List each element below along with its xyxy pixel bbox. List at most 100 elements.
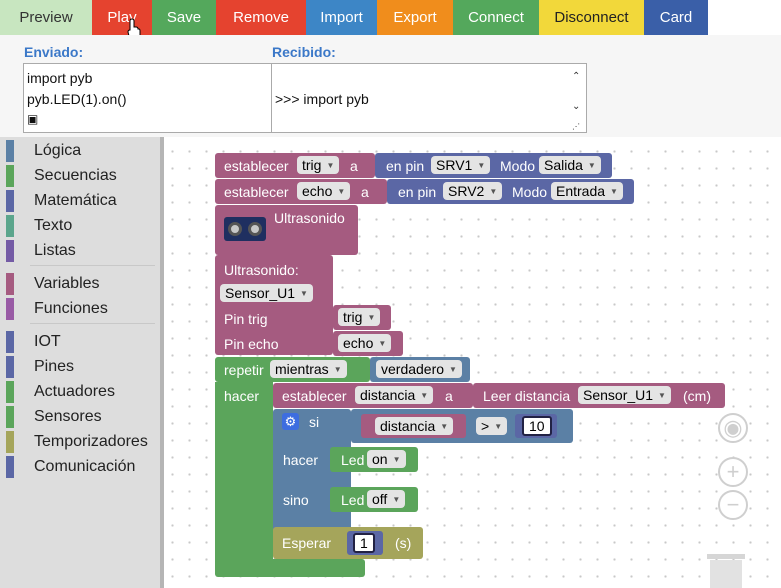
category-color-bar bbox=[6, 381, 14, 403]
sensor-dropdown[interactable]: Sensor_U1 ▼ bbox=[578, 386, 671, 404]
category-comunicacion[interactable]: Comunicación bbox=[6, 456, 156, 478]
dropdown-arrow-icon: ▼ bbox=[367, 313, 376, 322]
echo-variable-block[interactable]: echo ▼ bbox=[333, 331, 403, 356]
serial-console: Enviado: Recibido: import pyb pyb.LED(1)… bbox=[0, 35, 781, 137]
block-title: Ultrasonido bbox=[274, 210, 345, 226]
category-funciones[interactable]: Funciones bbox=[6, 298, 156, 320]
category-color-bar bbox=[6, 190, 14, 212]
block-label: (cm) bbox=[683, 388, 711, 404]
led-off-block[interactable]: Led off ▼ bbox=[330, 487, 418, 512]
number-block[interactable]: 1 bbox=[347, 531, 383, 555]
export-button[interactable]: Export bbox=[377, 0, 453, 35]
category-label: IOT bbox=[34, 333, 61, 350]
while-loop-header[interactable]: repetir mientras ▼ bbox=[215, 357, 370, 382]
variable-dropdown[interactable]: trig ▼ bbox=[297, 156, 340, 174]
trash-icon[interactable] bbox=[705, 550, 747, 588]
category-texto[interactable]: Texto bbox=[6, 215, 156, 237]
variable-dropdown[interactable]: distancia ▼ bbox=[375, 417, 454, 435]
trig-variable-block[interactable]: trig ▼ bbox=[333, 305, 391, 330]
scroll-down-icon[interactable]: ⌄ bbox=[572, 96, 580, 117]
category-color-bar bbox=[6, 215, 14, 237]
category-color-bar bbox=[6, 140, 14, 162]
led-state-dropdown[interactable]: off ▼ bbox=[367, 490, 406, 508]
blockly-workspace[interactable]: establecer trig ▼ a en pin SRV1 ▼ Modo Sal… bbox=[160, 137, 781, 588]
ultrasonic-config-block[interactable]: Ultrasonido: Sensor_U1 ▼ Pin trig Pin ech… bbox=[215, 255, 333, 355]
set-echo-block[interactable]: establecer echo ▼ a bbox=[215, 179, 387, 204]
zoom-in-icon[interactable]: + bbox=[718, 457, 748, 487]
pin-mode-block[interactable]: en pin SRV1 ▼ Modo Salida ▼ bbox=[375, 153, 612, 178]
block-label: a bbox=[361, 184, 369, 200]
received-line: >>> import pyb bbox=[275, 91, 369, 107]
category-color-bar bbox=[6, 356, 14, 378]
category-sensores[interactable]: Sensores bbox=[6, 406, 156, 428]
block-label: Esperar bbox=[282, 535, 332, 551]
category-temporizadores[interactable]: Temporizadores bbox=[6, 431, 156, 453]
preview-button[interactable]: Preview bbox=[0, 0, 92, 35]
while-loop-footer[interactable] bbox=[215, 559, 365, 577]
pin-dropdown[interactable]: SRV2 ▼ bbox=[443, 182, 503, 200]
category-listas[interactable]: Listas bbox=[6, 240, 156, 262]
compare-block[interactable]: distancia ▼ > ▼ 10 bbox=[351, 409, 573, 443]
variable-dropdown[interactable]: echo ▼ bbox=[338, 334, 392, 352]
while-loop-body[interactable]: hacer bbox=[215, 382, 273, 574]
loop-mode-dropdown[interactable]: mientras ▼ bbox=[270, 360, 347, 378]
remove-button[interactable]: Remove bbox=[216, 0, 306, 35]
category-label: Variables bbox=[34, 275, 100, 292]
led-state-dropdown[interactable]: on ▼ bbox=[367, 450, 406, 468]
variable-dropdown[interactable]: trig ▼ bbox=[338, 308, 381, 326]
category-color-bar bbox=[6, 431, 14, 453]
variable-dropdown[interactable]: distancia ▼ bbox=[355, 386, 434, 404]
wait-block[interactable]: Esperar 1 (s) bbox=[273, 527, 423, 559]
mode-dropdown[interactable]: Salida ▼ bbox=[539, 156, 601, 174]
read-distance-block[interactable]: Leer distancia Sensor_U1 ▼ (cm) bbox=[473, 383, 725, 408]
block-label: establecer bbox=[224, 184, 289, 200]
sent-textarea[interactable]: import pyb pyb.LED(1).on() ▣ bbox=[23, 63, 272, 133]
field-value: distancia bbox=[360, 387, 416, 403]
field-value: trig bbox=[343, 309, 363, 325]
mode-dropdown[interactable]: Entrada ▼ bbox=[551, 182, 623, 200]
block-label: establecer bbox=[224, 158, 289, 174]
pin-dropdown[interactable]: SRV1 ▼ bbox=[431, 156, 491, 174]
gear-icon[interactable]: ⚙ bbox=[282, 413, 299, 430]
received-scrollbar[interactable]: ⌃ ⌄ ⋰ bbox=[572, 66, 584, 132]
category-label: Lógica bbox=[34, 142, 82, 159]
block-label: sino bbox=[283, 492, 309, 508]
block-label: hacer bbox=[283, 452, 319, 468]
save-button[interactable]: Save bbox=[152, 0, 216, 35]
boolean-dropdown[interactable]: verdadero ▼ bbox=[376, 360, 462, 378]
field-value: Entrada bbox=[556, 183, 606, 199]
sensor-name-dropdown[interactable]: Sensor_U1 ▼ bbox=[220, 284, 313, 302]
distancia-variable-block[interactable]: distancia ▼ bbox=[361, 414, 466, 438]
received-textarea[interactable]: >>> import pyb ⌃ ⌄ ⋰ bbox=[271, 63, 587, 133]
recenter-icon[interactable]: ◉ bbox=[718, 413, 748, 443]
category-actuadores[interactable]: Actuadores bbox=[6, 381, 156, 403]
scroll-up-icon[interactable]: ⌃ bbox=[572, 66, 580, 87]
disconnect-button[interactable]: Disconnect bbox=[539, 0, 644, 35]
category-variables[interactable]: Variables bbox=[6, 273, 156, 295]
category-secuencias[interactable]: Secuencias bbox=[6, 165, 156, 187]
category-iot[interactable]: IOT bbox=[6, 331, 156, 353]
pin-mode-block[interactable]: en pin SRV2 ▼ Modo Entrada ▼ bbox=[387, 179, 634, 204]
category-label: Matemática bbox=[34, 192, 117, 209]
set-distancia-block[interactable]: establecer distancia ▼ a bbox=[273, 383, 473, 408]
category-pines[interactable]: Pines bbox=[6, 356, 156, 378]
play-button[interactable]: Play bbox=[92, 0, 152, 35]
card-button[interactable]: Card bbox=[644, 0, 708, 35]
dropdown-arrow-icon: ▼ bbox=[378, 339, 387, 348]
led-on-block[interactable]: Led on ▼ bbox=[330, 447, 418, 472]
field-value: off bbox=[372, 491, 388, 507]
import-button[interactable]: Import bbox=[306, 0, 377, 35]
resize-grip-icon[interactable]: ⋰ bbox=[572, 116, 580, 132]
category-logica[interactable]: Lógica bbox=[6, 140, 156, 162]
true-boolean-block[interactable]: verdadero ▼ bbox=[370, 357, 470, 382]
number-block[interactable]: 10 bbox=[515, 414, 557, 438]
ultrasonic-block[interactable]: Ultrasonido bbox=[215, 205, 358, 255]
set-trig-block[interactable]: establecer trig ▼ a bbox=[215, 153, 375, 178]
number-input[interactable]: 10 bbox=[522, 416, 552, 436]
variable-dropdown[interactable]: echo ▼ bbox=[297, 182, 351, 200]
operator-dropdown[interactable]: > ▼ bbox=[476, 417, 508, 435]
number-input[interactable]: 1 bbox=[353, 533, 375, 553]
connect-button[interactable]: Connect bbox=[453, 0, 539, 35]
category-matematica[interactable]: Matemática bbox=[6, 190, 156, 212]
zoom-out-icon[interactable]: − bbox=[718, 490, 748, 520]
